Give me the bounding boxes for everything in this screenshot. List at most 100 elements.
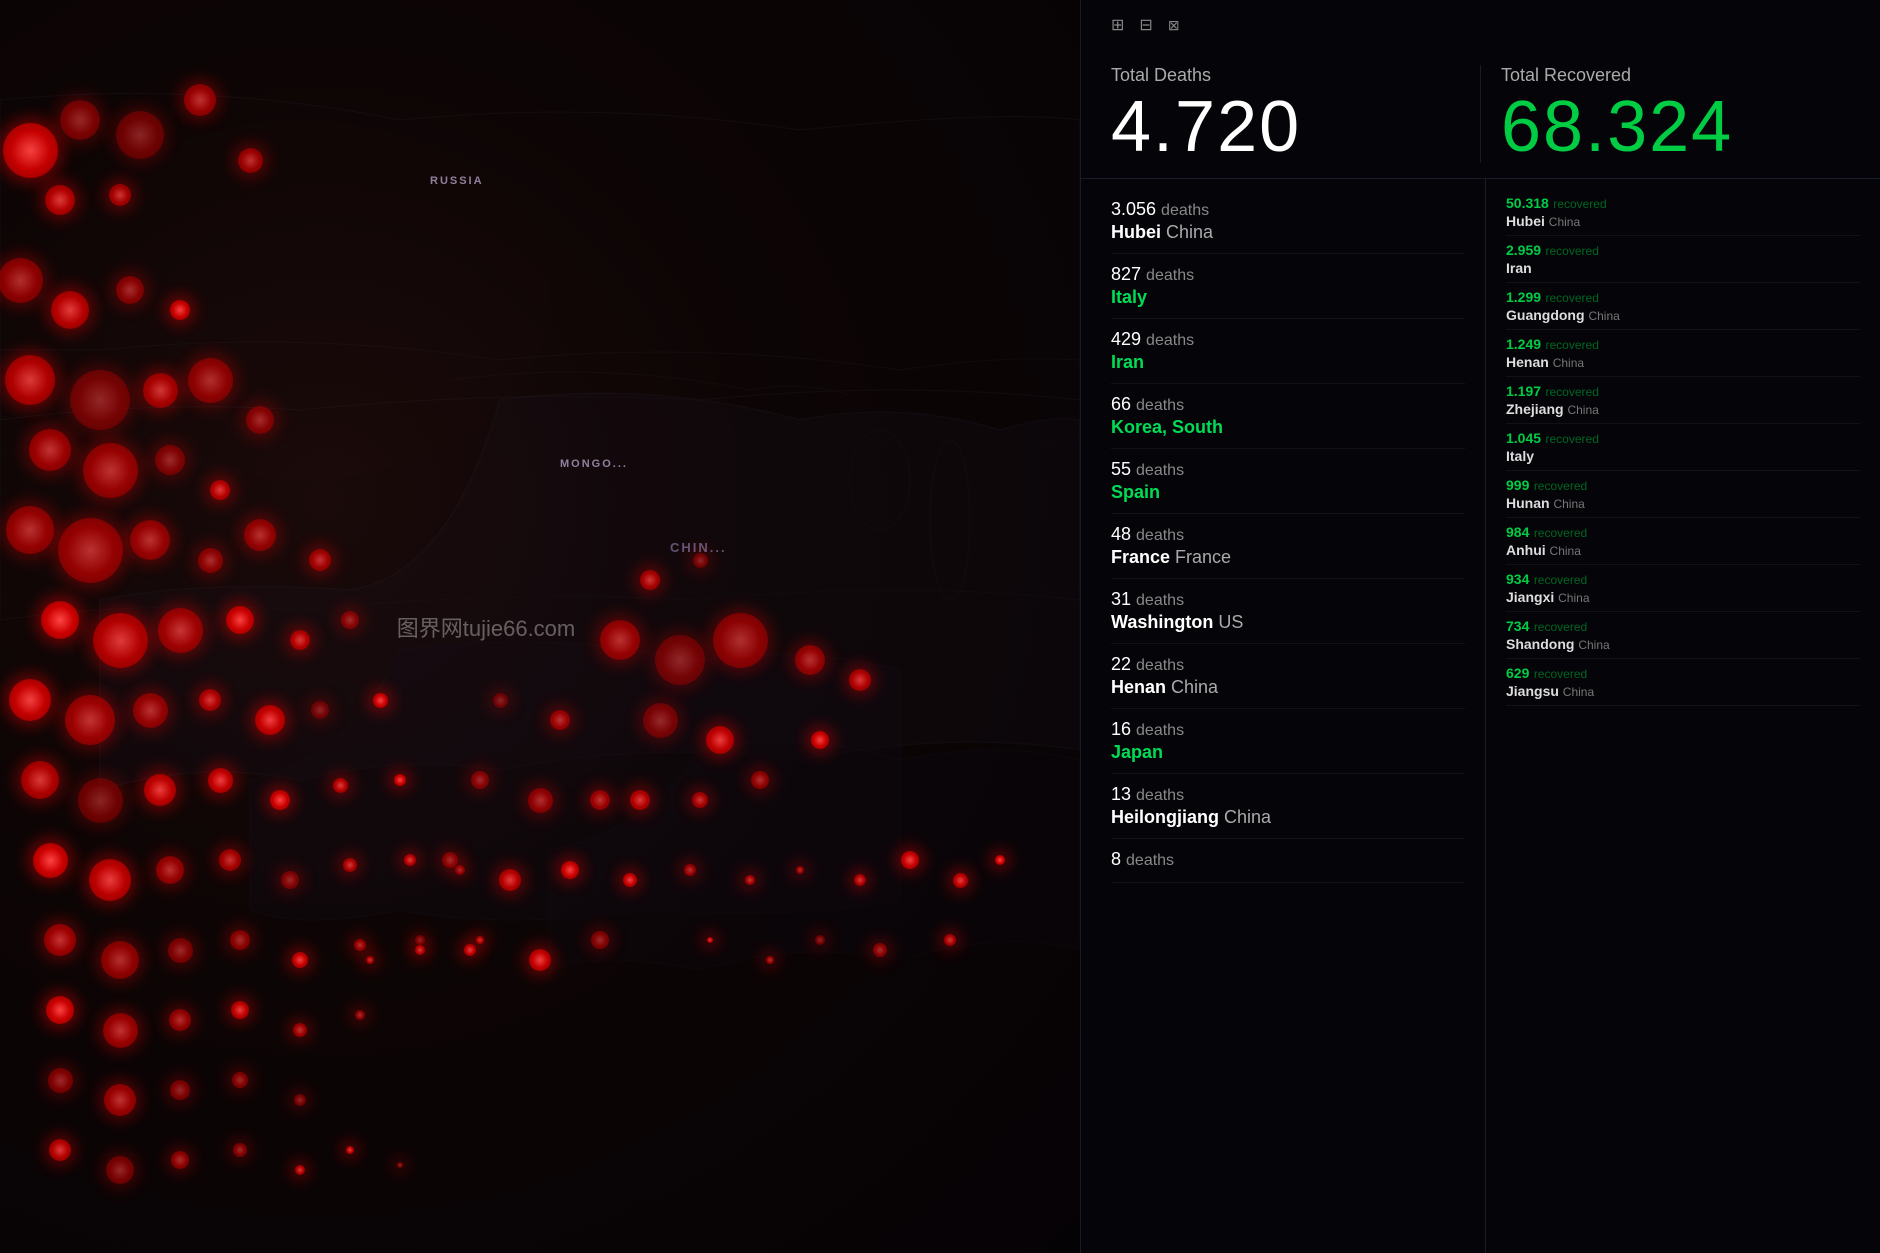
outbreak-dot <box>590 790 610 810</box>
outbreak-dot <box>476 936 484 944</box>
outbreak-dot <box>944 934 956 946</box>
outbreak-dot <box>170 300 190 320</box>
outbreak-dot <box>693 553 708 568</box>
outbreak-dot <box>591 931 609 949</box>
recovered-location: Guangdong China <box>1506 307 1860 323</box>
outbreak-dot <box>343 858 357 872</box>
outbreak-dot <box>995 855 1005 865</box>
outbreak-dot <box>706 726 734 754</box>
outbreak-dot <box>630 790 650 810</box>
death-count: 31 deaths <box>1111 589 1465 610</box>
death-location: Iran <box>1111 352 1465 373</box>
outbreak-dot <box>873 943 887 957</box>
recovered-location: Jiangsu China <box>1506 683 1860 699</box>
outbreak-dot <box>231 1001 249 1019</box>
map-background: RUSSIA MONGO... CHIN... 图界网tujie66.com <box>0 0 1080 1253</box>
death-list-item: 66 deaths Korea, South <box>1111 384 1465 449</box>
outbreak-dot <box>171 1151 189 1169</box>
death-location: Spain <box>1111 482 1465 503</box>
recovered-count: 1.249 recovered <box>1506 336 1860 354</box>
recovered-location: Zhejiang China <box>1506 401 1860 417</box>
death-list-item: 429 deaths Iran <box>1111 319 1465 384</box>
outbreak-dot <box>442 852 458 868</box>
outbreak-dot <box>106 1156 134 1184</box>
outbreak-dot <box>471 771 489 789</box>
outbreak-dot <box>83 443 138 498</box>
outbreak-dot <box>210 480 230 500</box>
outbreak-dot <box>655 635 705 685</box>
outbreak-dot <box>230 930 250 950</box>
death-list-item: 31 deaths Washington US <box>1111 579 1465 644</box>
recovered-count: 1.045 recovered <box>1506 430 1860 448</box>
outbreak-dot <box>415 945 425 955</box>
outbreak-dot <box>33 843 68 878</box>
outbreak-dot <box>311 701 329 719</box>
outbreak-dot <box>309 549 331 571</box>
death-location: Heilongjiang China <box>1111 807 1465 828</box>
outbreak-dot <box>643 703 678 738</box>
outbreak-dot <box>528 788 553 813</box>
outbreak-dot <box>6 506 54 554</box>
death-list-item: 13 deaths Heilongjiang China <box>1111 774 1465 839</box>
outbreak-dot <box>109 184 131 206</box>
death-location: Hubei China <box>1111 222 1465 243</box>
outbreak-dot <box>130 520 170 560</box>
outbreak-dot <box>232 1072 248 1088</box>
lists-container: 3.056 deaths Hubei China 827 deaths Ital… <box>1081 179 1880 1253</box>
recovered-list-item: 999 recovered Hunan China <box>1506 471 1860 518</box>
outbreak-dot <box>45 185 75 215</box>
death-count: 16 deaths <box>1111 719 1465 740</box>
outbreak-dot <box>333 778 348 793</box>
outbreak-dot <box>5 355 55 405</box>
outbreak-dot <box>168 938 193 963</box>
outbreak-dot <box>692 792 708 808</box>
recovered-location: Anhui China <box>1506 542 1860 558</box>
death-list-item: 22 deaths Henan China <box>1111 644 1465 709</box>
outbreak-dot <box>65 695 115 745</box>
outbreak-dot <box>341 611 359 629</box>
outbreak-dot <box>292 952 308 968</box>
outbreak-dot <box>0 258 43 303</box>
recovered-list-item: 629 recovered Jiangsu China <box>1506 659 1860 706</box>
death-list-item: 827 deaths Italy <box>1111 254 1465 319</box>
outbreak-dot <box>550 710 570 730</box>
grid-icon[interactable]: ⊞ <box>1111 15 1124 35</box>
settings-icon[interactable]: ⊠ <box>1168 17 1180 34</box>
outbreak-dot <box>70 370 130 430</box>
recovered-list-item: 934 recovered Jiangxi China <box>1506 565 1860 612</box>
outbreak-dot <box>104 1084 136 1116</box>
death-count: 22 deaths <box>1111 654 1465 675</box>
outbreak-dot <box>41 601 79 639</box>
outbreak-dot <box>78 778 123 823</box>
death-count: 827 deaths <box>1111 264 1465 285</box>
outbreak-dot <box>116 276 144 304</box>
outbreak-dot <box>133 693 168 728</box>
outbreak-dot <box>295 1165 305 1175</box>
recovered-list-item: 1.299 recovered Guangdong China <box>1506 283 1860 330</box>
recovered-location: Hunan China <box>1506 495 1860 511</box>
total-deaths-section: Total Deaths 4.720 <box>1111 65 1480 163</box>
death-list-item: 16 deaths Japan <box>1111 709 1465 774</box>
outbreak-dot <box>208 768 233 793</box>
outbreak-dot <box>366 956 374 964</box>
outbreak-dot <box>244 519 276 551</box>
outbreak-dot <box>9 679 51 721</box>
outbreak-dot <box>188 358 233 403</box>
outbreak-dot <box>745 875 755 885</box>
list-icon[interactable]: ⊟ <box>1139 15 1152 35</box>
outbreak-dot <box>233 1143 247 1157</box>
death-count: 66 deaths <box>1111 394 1465 415</box>
outbreak-dot <box>293 1023 307 1037</box>
death-location: Korea, South <box>1111 417 1465 438</box>
outbreak-dot <box>44 924 76 956</box>
death-count: 55 deaths <box>1111 459 1465 480</box>
outbreak-dot <box>158 608 203 653</box>
recovered-location: Jiangxi China <box>1506 589 1860 605</box>
outbreak-dot <box>464 944 476 956</box>
total-recovered-number: 68.324 <box>1501 91 1850 163</box>
outbreak-dot <box>144 774 176 806</box>
total-deaths-label: Total Deaths <box>1111 65 1460 86</box>
death-list-item: 55 deaths Spain <box>1111 449 1465 514</box>
death-count: 48 deaths <box>1111 524 1465 545</box>
total-recovered-section: Total Recovered 68.324 <box>1480 65 1850 163</box>
